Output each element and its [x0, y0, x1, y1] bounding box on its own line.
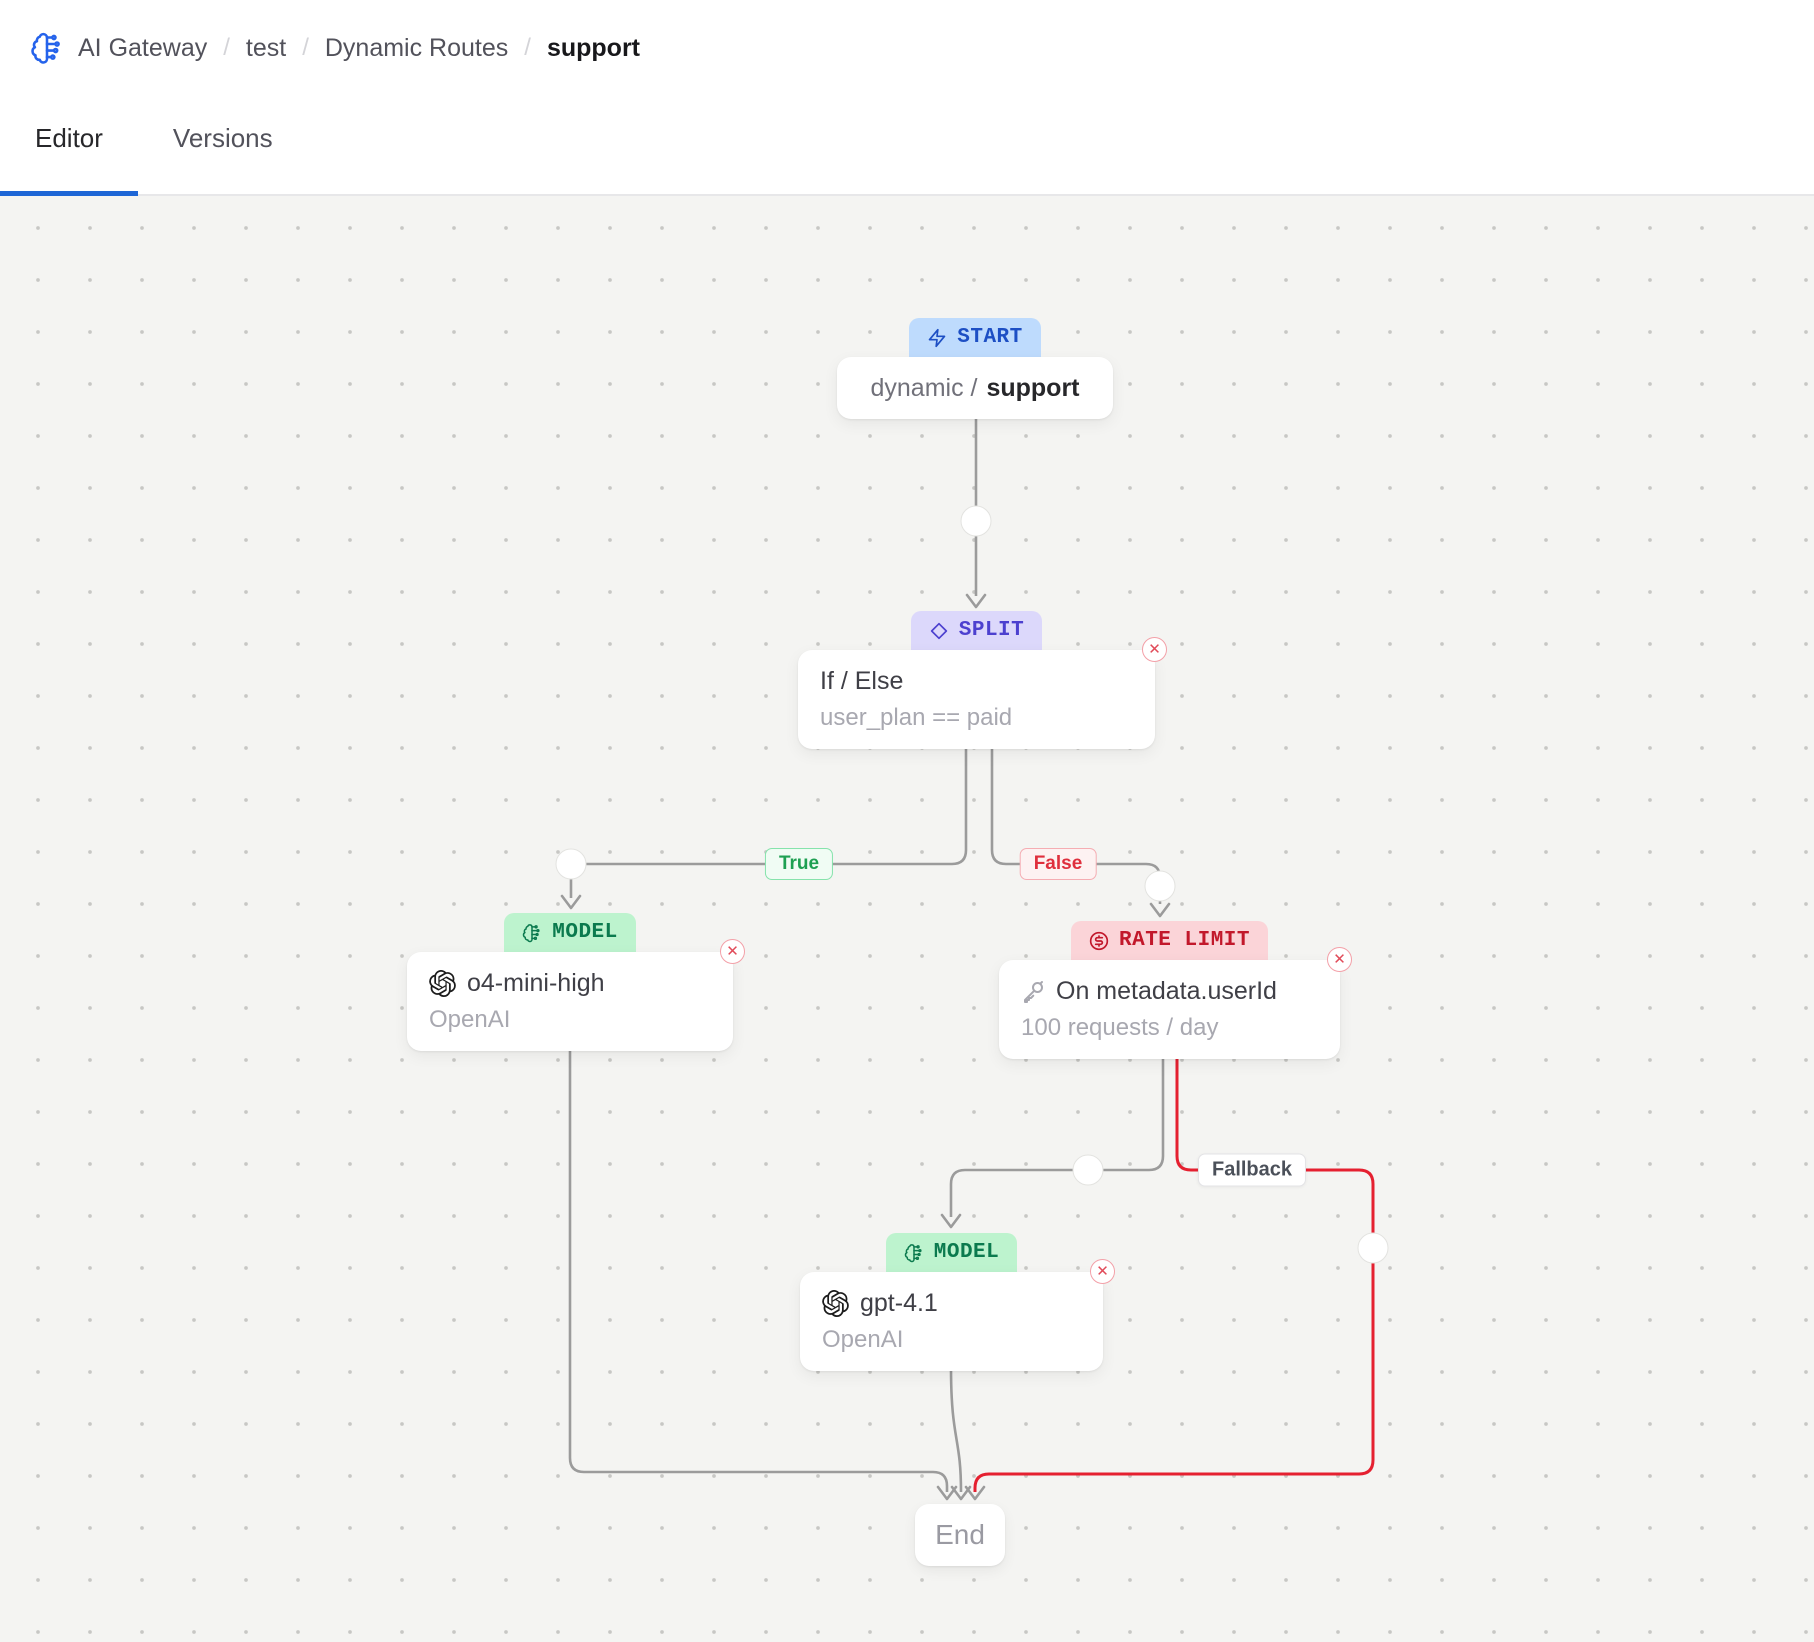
split-badge: SPLIT [911, 611, 1043, 650]
tab-editor[interactable]: Editor [0, 123, 138, 194]
edge-ratelimit-model [951, 1054, 1163, 1217]
edge-handle[interactable] [1145, 871, 1175, 901]
tab-versions[interactable]: Versions [138, 123, 308, 194]
model-badge-label: MODEL [552, 921, 618, 944]
breadcrumb-test[interactable]: test [246, 34, 286, 63]
node-rate-limit[interactable]: RATE LIMIT On metadata.userId 100 reques… [999, 921, 1340, 1059]
model-name: o4-mini-high [467, 969, 605, 998]
node-end[interactable]: End [915, 1504, 1005, 1566]
model-badge-label: MODEL [934, 1241, 1000, 1264]
node-model-gpt-4-1[interactable]: MODEL gpt-4.1 OpenAI ✕ [800, 1233, 1103, 1371]
diamond-icon [929, 621, 949, 641]
app-header: AI Gateway / test / Dynamic Routes / sup… [0, 0, 1814, 96]
edge-model2-end [951, 1367, 961, 1492]
model-provider: OpenAI [429, 1006, 711, 1034]
breadcrumb-separator: / [524, 34, 531, 62]
breadcrumb: AI Gateway / test / Dynamic Routes / sup… [78, 34, 640, 63]
node-split[interactable]: SPLIT If / Else user_plan == paid ✕ [798, 611, 1155, 749]
rate-limit-quota: 100 requests / day [1021, 1014, 1318, 1042]
brain-circuit-icon [30, 31, 64, 65]
circle-dollar-icon [1089, 931, 1109, 951]
close-icon: ✕ [726, 944, 739, 959]
close-icon: ✕ [1096, 1264, 1109, 1279]
edge-handle[interactable] [556, 849, 586, 879]
zap-icon [927, 328, 947, 348]
model-provider: OpenAI [822, 1326, 1081, 1354]
route-name: support [986, 374, 1079, 403]
delete-node-button[interactable]: ✕ [1090, 1259, 1115, 1284]
edge-label-fallback: Fallback [1198, 1154, 1306, 1187]
rate-limit-badge-label: RATE LIMIT [1119, 929, 1250, 952]
node-start[interactable]: START dynamic / support [837, 318, 1113, 419]
brain-circuit-icon [522, 923, 542, 943]
split-condition: user_plan == paid [820, 704, 1133, 732]
delete-node-button[interactable]: ✕ [1327, 947, 1352, 972]
edge-label-false: False [1020, 848, 1097, 880]
rate-limit-badge: RATE LIMIT [1071, 921, 1268, 960]
edge-label-true: True [765, 848, 833, 880]
delete-node-button[interactable]: ✕ [1142, 637, 1167, 662]
node-model-o4-mini-high[interactable]: MODEL o4-mini-high OpenAI ✕ [407, 913, 733, 1051]
breadcrumb-separator: / [302, 34, 309, 62]
openai-logo-icon [429, 970, 456, 997]
arrowhead [1151, 904, 1169, 916]
arrowhead [967, 595, 985, 607]
edge-handle[interactable] [1358, 1233, 1388, 1263]
tab-bar: Editor Versions [0, 96, 1814, 196]
breadcrumb-ai-gateway[interactable]: AI Gateway [78, 34, 207, 63]
breadcrumb-dynamic-routes[interactable]: Dynamic Routes [325, 34, 508, 63]
delete-node-button[interactable]: ✕ [720, 939, 745, 964]
flow-canvas[interactable]: START dynamic / support SPLIT If / Else … [0, 196, 1814, 1642]
start-badge-label: START [957, 326, 1023, 349]
start-badge: START [909, 318, 1041, 357]
close-icon: ✕ [1148, 642, 1161, 657]
end-label: End [935, 1519, 985, 1551]
edge-handle[interactable] [1073, 1155, 1103, 1185]
route-prefix: dynamic / [870, 374, 977, 403]
model-badge: MODEL [504, 913, 636, 952]
edge-split-false [992, 745, 1160, 904]
breadcrumb-separator: / [223, 34, 230, 62]
brain-circuit-icon [904, 1243, 924, 1263]
edge-handle[interactable] [961, 506, 991, 536]
model-badge: MODEL [886, 1233, 1018, 1272]
key-icon [1021, 980, 1045, 1004]
model-name: gpt-4.1 [860, 1289, 938, 1318]
breadcrumb-support: support [547, 34, 640, 63]
rate-limit-key: On metadata.userId [1056, 977, 1277, 1006]
openai-logo-icon [822, 1290, 849, 1317]
split-title: If / Else [820, 667, 1133, 696]
split-badge-label: SPLIT [959, 619, 1025, 642]
close-icon: ✕ [1333, 952, 1346, 967]
